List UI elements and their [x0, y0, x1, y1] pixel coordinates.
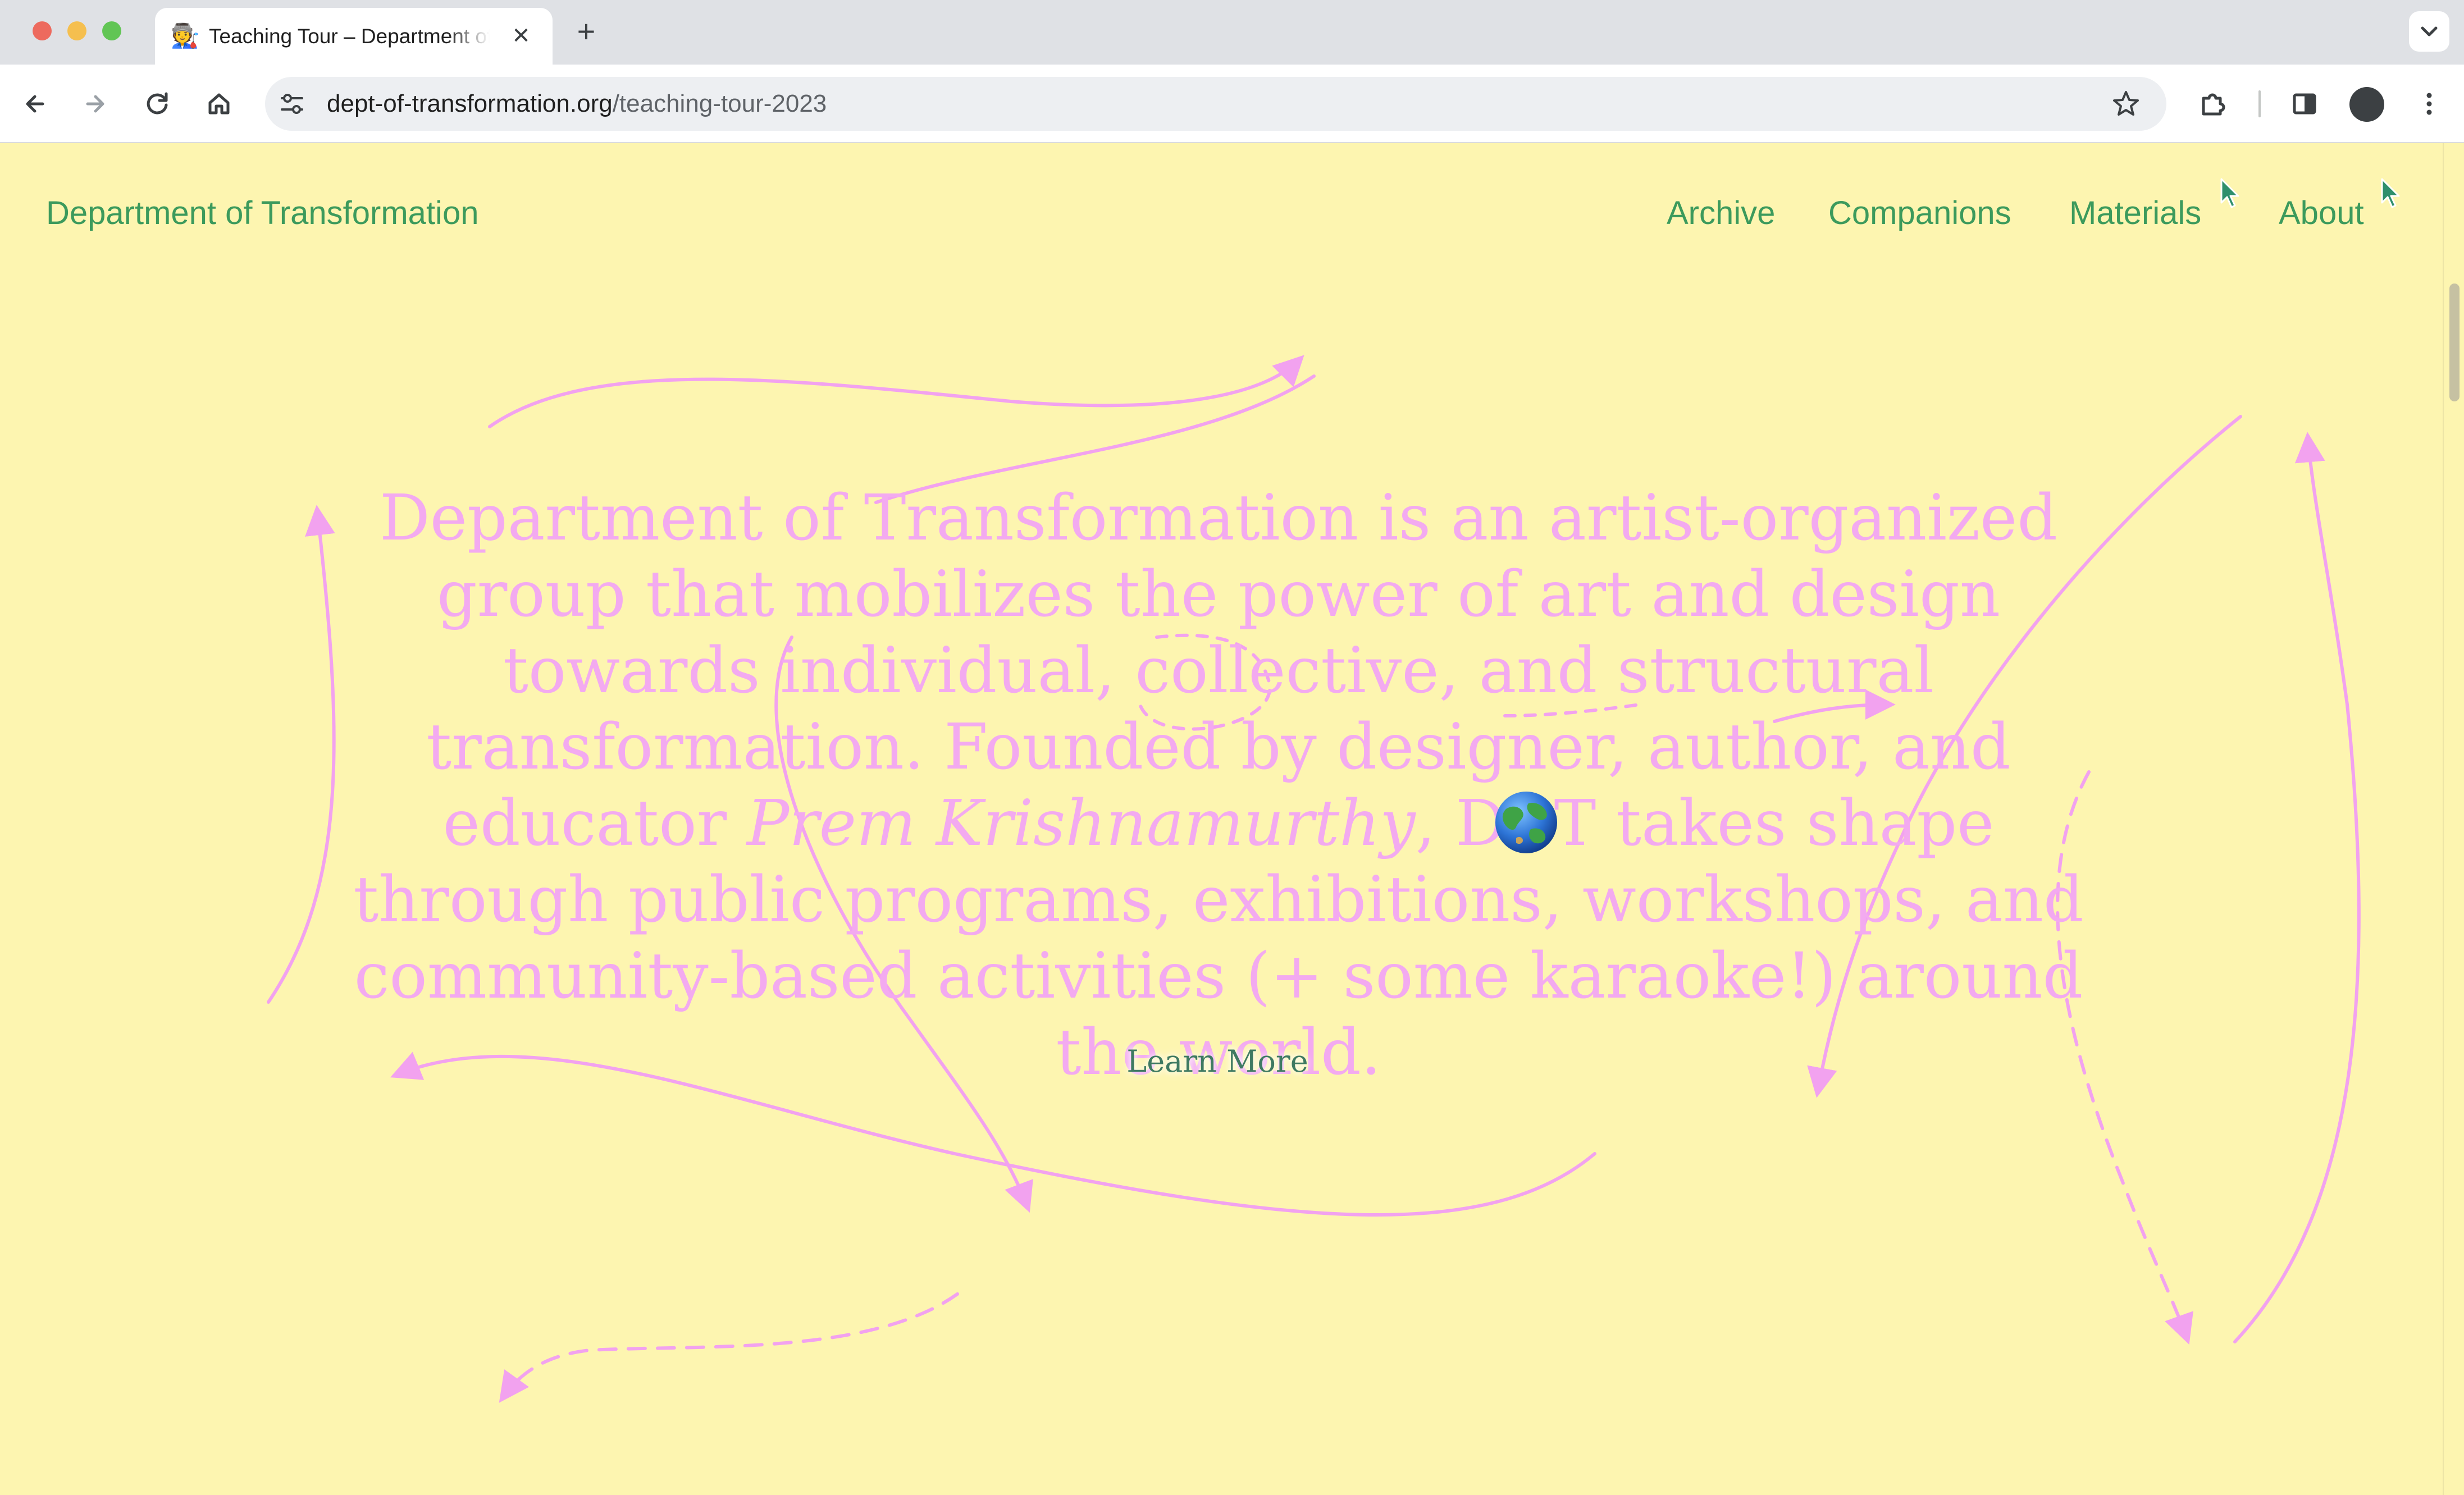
globe-icon [1494, 790, 1559, 855]
extensions-puzzle-icon [2202, 93, 2225, 116]
tab-strip: 🧑‍🏭 Teaching Tour – Department of Transf… [0, 0, 2464, 65]
zoom-window-button[interactable] [102, 21, 121, 40]
more-menu-button[interactable] [2412, 87, 2446, 121]
cursor-icon [2380, 178, 2402, 209]
profile-avatar[interactable] [2349, 87, 2384, 122]
nav-archive[interactable]: Archive [1667, 194, 1775, 233]
chevron-down-icon [2421, 26, 2438, 36]
forward-arrow-icon [86, 95, 104, 113]
doodle-arrow-far-right-up [2233, 432, 2361, 1343]
doodle-arrow-top-wave [488, 355, 1304, 428]
tab-search-button[interactable] [2409, 11, 2449, 52]
side-panel-icon [2293, 93, 2316, 115]
nav-companions[interactable]: Companions [1828, 194, 2011, 233]
back-arrow-icon [26, 95, 44, 113]
web-page: Department of Transformation Archive Com… [0, 143, 2443, 1495]
close-window-button[interactable] [33, 21, 52, 40]
nav-about[interactable]: About [2279, 194, 2364, 233]
address-bar[interactable]: dept-of-transformation.org/teaching-tour… [265, 77, 2166, 131]
url-text[interactable]: dept-of-transformation.org/teaching-tour… [327, 89, 827, 118]
doodle-arrow-left-up [267, 505, 336, 1004]
home-icon [208, 93, 230, 115]
cursor-icon [2219, 178, 2242, 209]
toolbar-separator [2258, 90, 2261, 117]
site-settings-icon[interactable] [277, 89, 307, 118]
reload-icon [147, 92, 168, 115]
tab-title: Teaching Tour – Department of Transforma… [209, 25, 490, 48]
reload-button[interactable] [140, 87, 174, 121]
founder-name: Prem Krishnamurthy [746, 787, 1416, 860]
site-title[interactable]: Department of Transformation [46, 194, 478, 233]
tab-close-icon[interactable]: ✕ [507, 21, 536, 51]
mission-statement: Department of Transformation is an artis… [337, 480, 2100, 1091]
doodle-arrow-bottom-dashed [499, 1292, 959, 1403]
tab-favicon-icon: 🧑‍🏭 [171, 22, 200, 49]
home-button[interactable] [202, 87, 236, 121]
more-vertical-icon [2426, 93, 2432, 115]
side-panel-button[interactable] [2288, 87, 2321, 121]
nav-materials[interactable]: Materials [2069, 194, 2201, 233]
scrollbar-thumb[interactable] [2449, 284, 2460, 401]
forward-button[interactable] [79, 87, 112, 121]
url-path: /teaching-tour-2023 [612, 90, 827, 117]
learn-more-link[interactable]: Learn More [1105, 1041, 1330, 1082]
extensions-button[interactable] [2196, 87, 2229, 121]
back-button[interactable] [18, 87, 52, 121]
active-tab[interactable]: 🧑‍🏭 Teaching Tour – Department of Transf… [155, 8, 553, 65]
minimize-window-button[interactable] [67, 21, 86, 40]
browser-toolbar: dept-of-transformation.org/teaching-tour… [0, 65, 2464, 143]
mission-text-part2: , D [1415, 787, 1506, 860]
url-host: dept-of-transformation.org [327, 90, 613, 117]
page-scrollbar[interactable] [2443, 143, 2464, 1495]
new-tab-button[interactable]: + [569, 15, 603, 48]
bookmark-star-icon[interactable] [2110, 88, 2142, 120]
